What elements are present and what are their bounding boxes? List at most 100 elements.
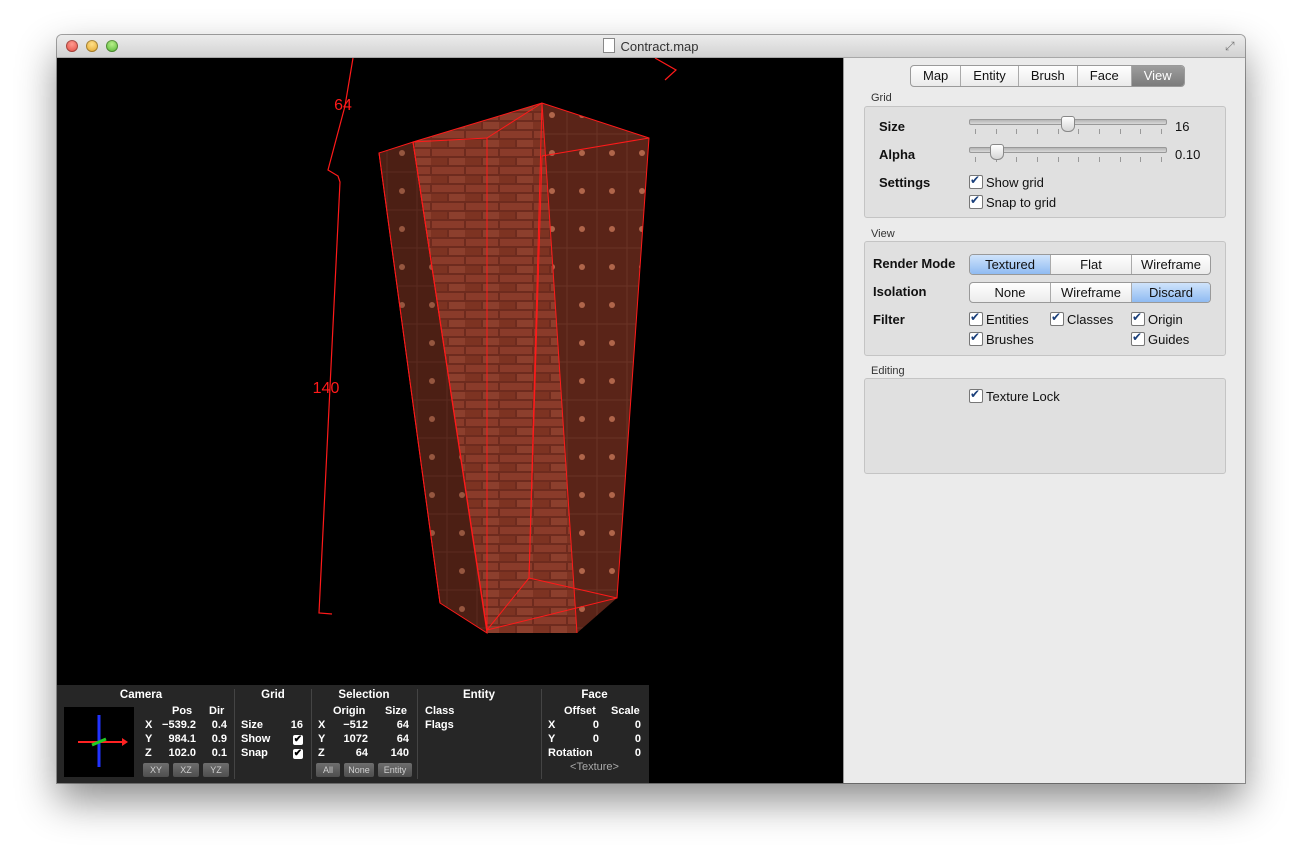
view-section-label: View [871,228,895,240]
grid-snap-checkbox[interactable]: ✔ [293,749,303,759]
divider [234,689,235,779]
grid-size-label: Size [241,719,264,731]
view-xz-button[interactable]: XZ [173,763,199,777]
isolation-wireframe[interactable]: Wireframe [1051,283,1132,302]
slider-tick [1161,157,1162,162]
select-entity-button[interactable]: Entity [378,763,412,777]
select-all-button[interactable]: All [316,763,340,777]
selection-x-origin: −512 [343,719,368,731]
slider-tick [1058,129,1059,134]
grid-title: Grid [261,689,285,701]
editing-section: Texture Lock [864,378,1226,474]
face-offset-header: Offset [564,705,596,717]
isolation-discard[interactable]: Discard [1132,283,1210,302]
render-mode-flat[interactable]: Flat [1051,255,1132,274]
camera-dir-header: Dir [209,705,225,717]
camera-z-pos: 102.0 [168,747,196,759]
show-grid-label: Show grid [986,175,1044,190]
selection-title: Selection [338,689,390,701]
view-section: Render Mode Textured Flat Wireframe Isol… [864,241,1226,356]
selection-y-axis: Y [318,733,326,745]
view-yz-button[interactable]: YZ [203,763,229,777]
grid-alpha-value: 0.10 [1175,147,1201,162]
slider-tick [1161,129,1162,134]
divider [417,689,418,779]
grid-size-slider-knob[interactable] [1061,116,1075,132]
selection-z-size: 140 [390,747,409,759]
select-none-button[interactable]: None [344,763,374,777]
filter-guides-label: Guides [1148,332,1190,347]
face-x-scale: 0 [634,719,641,731]
dimension-label-height: 140 [313,380,340,397]
entity-title: Entity [463,689,495,701]
app-window: Contract.map ⤢ 64 140 Camera Pos Dir X −… [57,35,1245,783]
divider [311,689,312,779]
render-mode-control: Textured Flat Wireframe [969,254,1211,275]
camera-y-pos: 984.1 [168,733,196,745]
camera-y-axis: Y [145,733,153,745]
selection-z-axis: Z [318,747,325,759]
filter-origin-label: Origin [1148,312,1183,327]
filter-classes-checkbox[interactable]: Classes [1050,310,1113,327]
camera-pos-header: Pos [172,705,193,717]
tab-map[interactable]: Map [911,66,962,86]
grid-size-value: 16 [290,719,303,731]
selection-y-size: 64 [396,733,409,745]
face-y-offset: 0 [592,733,599,745]
inspector-tabs: Map Entity Brush Face View [910,65,1185,87]
camera-title: Camera [119,689,163,701]
render-mode-wireframe[interactable]: Wireframe [1132,255,1210,274]
render-mode-textured[interactable]: Textured [970,255,1051,274]
entity-class-label: Class [425,705,455,717]
selection-size-header: Size [385,705,408,717]
tab-face[interactable]: Face [1078,66,1132,86]
3d-viewport[interactable]: 64 140 Camera Pos Dir X −539.2 0.4 Y 984… [57,58,843,783]
face-rotation-label: Rotation [548,747,593,759]
camera-z-axis: Z [145,747,152,759]
slider-tick [1120,157,1121,162]
selection-x-size: 64 [396,719,409,731]
slider-tick [1099,129,1100,134]
grid-settings-label: Settings [879,175,931,190]
filter-guides-checkbox[interactable]: Guides [1131,330,1190,347]
filter-origin-checkbox[interactable]: Origin [1131,310,1183,327]
isolation-none[interactable]: None [970,283,1051,302]
selection-x-axis: X [318,719,326,731]
slider-tick [1037,157,1038,162]
isolation-label: Isolation [873,284,927,299]
view-xy-button[interactable]: XY [143,763,169,777]
isolation-control: None Wireframe Discard [969,282,1211,303]
window-title: Contract.map [57,38,1245,54]
tab-brush[interactable]: Brush [1019,66,1078,86]
face-y-axis: Y [548,733,556,745]
grid-show-label: Show [241,733,271,745]
camera-x-dir: 0.4 [211,719,227,731]
slider-tick [1120,129,1121,134]
fullscreen-icon[interactable]: ⤢ [1225,39,1239,53]
texture-lock-label: Texture Lock [986,389,1060,404]
slider-tick [1099,157,1100,162]
dimension-label-top: 64 [334,97,352,114]
grid-alpha-slider-knob[interactable] [990,144,1004,160]
tab-entity[interactable]: Entity [961,66,1019,86]
grid-size-label: Size [879,119,906,134]
tab-view[interactable]: View [1131,66,1184,86]
face-x-axis: X [548,719,556,731]
slider-tick [1037,129,1038,134]
selection-z-origin: 64 [355,747,368,759]
filter-brushes-checkbox[interactable]: Brushes [969,330,1034,347]
filter-entities-checkbox[interactable]: Entities [969,310,1029,327]
texture-lock-checkbox[interactable]: Texture Lock [969,387,1060,404]
editing-section-label: Editing [871,365,905,377]
snap-to-grid-checkbox[interactable]: Snap to grid [969,193,1056,210]
slider-tick [975,157,976,162]
camera-y-dir: 0.9 [211,733,227,745]
selection-origin-header: Origin [333,705,366,717]
grid-section-label: Grid [871,92,892,104]
show-grid-checkbox[interactable]: Show grid [969,173,1044,190]
inspector-panel: Map Entity Brush Face View Grid Size 16 … [843,58,1245,783]
filter-entities-label: Entities [986,312,1029,327]
grid-show-checkbox[interactable]: ✔ [293,735,303,745]
slider-tick [1140,157,1141,162]
selection-y-origin: 1072 [343,733,368,745]
